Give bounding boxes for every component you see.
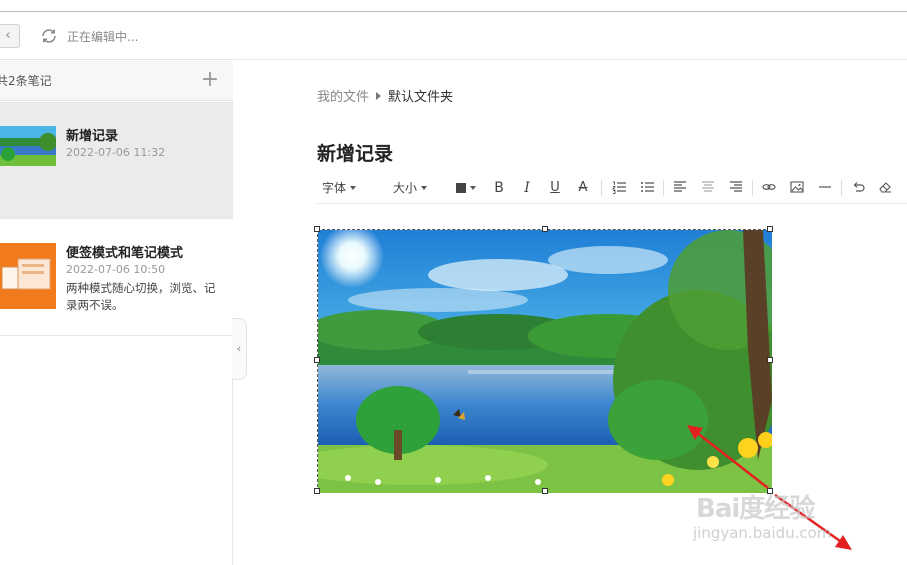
toolbar-divider <box>663 180 664 196</box>
bullet-list-button[interactable] <box>637 178 657 198</box>
image-icon <box>790 181 804 193</box>
align-left-icon <box>674 181 686 192</box>
toolbar-divider <box>752 180 753 196</box>
font-family-dropdown[interactable]: 字体 <box>319 178 359 198</box>
top-bar: ‹ 正在编辑中... <box>0 12 907 60</box>
undo-icon <box>853 182 865 192</box>
resize-handle-top[interactable] <box>542 226 548 232</box>
watermark-logo: Bai度经验 <box>696 494 815 524</box>
italic-button[interactable]: I <box>519 178 535 198</box>
align-center-icon <box>702 181 714 192</box>
sync-icon <box>42 29 56 43</box>
document-title[interactable]: 新增记录 <box>317 139 393 166</box>
toolbar-divider <box>601 180 602 196</box>
align-right-button[interactable] <box>726 178 746 198</box>
watermark-url: jingyan.baidu.com <box>693 524 832 542</box>
resize-handle-right[interactable] <box>767 357 773 363</box>
breadcrumb-root[interactable]: 我的文件 <box>317 90 369 105</box>
breadcrumb-separator-icon <box>376 92 382 100</box>
note-date: 2022-07-06 10:50 <box>66 263 166 276</box>
editor-toolbar: 字体 大小 B I U A <box>317 172 907 204</box>
resize-handle-top-left[interactable] <box>314 226 320 232</box>
text-color-picker[interactable] <box>451 178 481 198</box>
note-title: 便签模式和笔记模式 <box>66 246 184 261</box>
resize-handle-bottom[interactable] <box>542 488 548 494</box>
align-left-button[interactable] <box>670 178 690 198</box>
horizontal-rule-button[interactable] <box>815 178 835 198</box>
landscape-image <box>318 230 772 493</box>
align-right-icon <box>730 181 742 192</box>
note-list-sidebar: 共2条笔记 + 新增记录 2022-07-06 11:32 便签模式和笔记模式 … <box>0 61 233 565</box>
resize-handle-left[interactable] <box>314 357 320 363</box>
collapse-sidebar-button[interactable]: ‹ <box>232 318 247 380</box>
note-snippet: 两种模式随心切换，浏览、记录两不误。 <box>66 281 216 312</box>
note-item[interactable]: 便签模式和笔记模式 2022-07-06 10:50 两种模式随心切换，浏览、记… <box>0 219 233 336</box>
resize-handle-bottom-left[interactable] <box>314 488 320 494</box>
undo-button[interactable] <box>848 178 868 198</box>
underline-button[interactable]: U <box>547 178 563 198</box>
note-date: 2022-07-06 11:32 <box>66 146 166 159</box>
bold-button[interactable]: B <box>491 178 507 198</box>
insert-link-button[interactable] <box>759 178 779 198</box>
eraser-icon <box>879 182 891 193</box>
edit-status: 正在编辑中... <box>67 30 139 44</box>
note-thumbnail <box>0 243 56 309</box>
clear-format-button[interactable] <box>875 178 895 198</box>
breadcrumb-current: 默认文件夹 <box>388 90 454 105</box>
strikethrough-button[interactable]: A <box>575 178 591 198</box>
font-size-dropdown[interactable]: 大小 <box>389 178 431 198</box>
bullet-list-icon <box>641 182 654 192</box>
note-item[interactable]: 新增记录 2022-07-06 11:32 <box>0 102 233 219</box>
color-swatch-icon <box>456 183 466 193</box>
insert-image-button[interactable] <box>787 178 807 198</box>
note-title: 新增记录 <box>66 129 119 144</box>
toolbar-divider <box>841 180 842 196</box>
ordered-list-icon <box>612 181 626 194</box>
ordered-list-button[interactable] <box>609 178 629 198</box>
add-note-button[interactable]: + <box>199 67 221 93</box>
selected-image[interactable] <box>314 226 773 494</box>
resize-handle-top-right[interactable] <box>767 226 773 232</box>
note-count: 共2条笔记 <box>0 74 52 88</box>
note-list-header: 共2条笔记 + <box>0 61 233 101</box>
back-button[interactable]: ‹ <box>0 24 20 48</box>
note-thumbnail <box>0 126 56 166</box>
horizontal-rule-icon <box>819 186 831 188</box>
breadcrumb: 我的文件 默认文件夹 <box>317 86 453 105</box>
align-center-button[interactable] <box>698 178 718 198</box>
link-icon <box>762 184 776 190</box>
